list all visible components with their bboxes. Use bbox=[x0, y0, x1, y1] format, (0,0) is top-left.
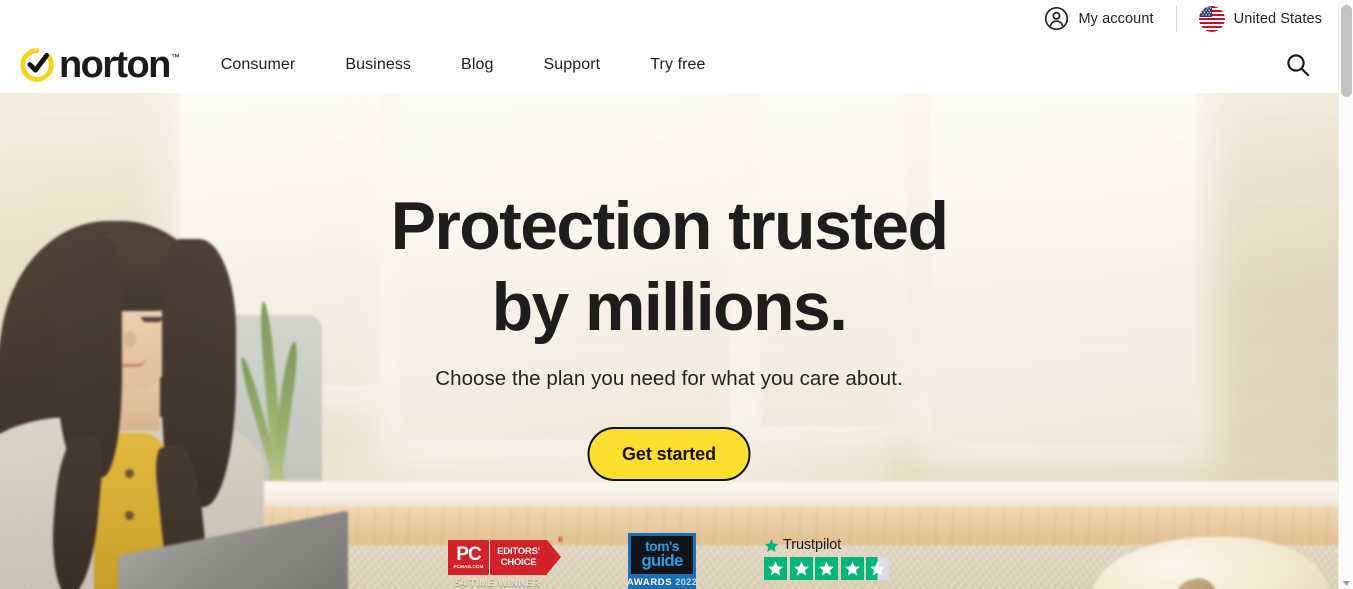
pcmag-badge-body: PC PCMAG.COM EDITORS' CHOICE ® bbox=[448, 537, 563, 575]
us-flag-icon bbox=[1198, 5, 1225, 32]
scroll-down-arrow-icon[interactable] bbox=[1339, 577, 1353, 589]
utility-bar: My account United States bbox=[0, 0, 1338, 37]
region-label: United States bbox=[1233, 10, 1322, 27]
toms-guide-awards-year: 2022 bbox=[675, 577, 698, 588]
region-selector[interactable]: United States bbox=[1198, 5, 1322, 32]
nav-item-try-free[interactable]: Try free bbox=[650, 50, 705, 80]
pcmag-editors-choice-badge: PC PCMAG.COM EDITORS' CHOICE ® 54 TIME W… bbox=[448, 537, 563, 589]
search-icon[interactable] bbox=[1285, 52, 1311, 78]
nav-item-support[interactable]: Support bbox=[543, 50, 600, 80]
nav-item-business[interactable]: Business bbox=[345, 50, 411, 80]
registered-trademark-icon: ® bbox=[557, 537, 563, 544]
toms-guide-logo: tom's guide bbox=[631, 536, 693, 574]
trustpilot-star-filled bbox=[789, 557, 813, 580]
pcmag-award-panel: EDITORS' CHOICE bbox=[489, 540, 561, 575]
trustpilot-star-filled bbox=[764, 557, 787, 580]
pcmag-subtitle: 54 TIME WINNER bbox=[455, 578, 541, 589]
nav-links: Consumer Business Blog Support Try free bbox=[221, 50, 706, 80]
trademark-mark: ™ bbox=[170, 52, 180, 62]
pcmag-award-line-2: CHOICE bbox=[500, 556, 537, 568]
hero-title-line-2: by millions. bbox=[491, 269, 848, 345]
utility-divider bbox=[1175, 5, 1177, 32]
trustpilot-star-icon bbox=[764, 538, 779, 553]
trustpilot-header: Trustpilot bbox=[764, 537, 890, 553]
trustpilot-badge: Trustpilot bbox=[764, 537, 890, 580]
trustpilot-name: Trustpilot bbox=[783, 537, 842, 553]
toms-guide-awards-badge: tom's guide AWARDS 2022 BEST ANTIVIRUS S… bbox=[627, 533, 697, 589]
norton-logo[interactable]: norton ™ bbox=[20, 44, 180, 86]
pcmag-brand-label: PC bbox=[456, 544, 481, 565]
hero-subtitle: Choose the plan you need for what you ca… bbox=[435, 367, 903, 390]
page-scrollbar[interactable] bbox=[1338, 0, 1353, 589]
trustpilot-star-filled bbox=[840, 557, 864, 580]
norton-wordmark: norton bbox=[59, 44, 171, 86]
trustpilot-star-filled bbox=[815, 557, 838, 580]
pcmag-logo: PC PCMAG.COM bbox=[448, 540, 489, 575]
trustpilot-star-half bbox=[866, 557, 889, 580]
toms-guide-awards-word: AWARDS bbox=[626, 577, 673, 588]
main-navigation: norton ™ Consumer Business Blog Support … bbox=[0, 37, 1338, 93]
account-circle-icon bbox=[1044, 6, 1069, 31]
hero-section: Protection trusted by millions. Choose t… bbox=[0, 93, 1338, 589]
award-badges: PC PCMAG.COM EDITORS' CHOICE ® 54 TIME W… bbox=[0, 533, 1338, 589]
my-account-label: My account bbox=[1078, 10, 1154, 27]
scrollbar-thumb[interactable] bbox=[1341, 5, 1352, 97]
nav-item-consumer[interactable]: Consumer bbox=[221, 50, 296, 80]
page-root: My account United States norton ™ Consum… bbox=[0, 0, 1353, 589]
pcmag-award-line-1: EDITORS' bbox=[497, 546, 540, 557]
trustpilot-star-rating bbox=[764, 557, 890, 580]
my-account-link[interactable]: My account bbox=[1044, 6, 1154, 31]
pcmag-url-label: PCMAG.COM bbox=[453, 564, 484, 569]
norton-check-icon bbox=[20, 48, 54, 82]
hero-content: Protection trusted by millions. Choose t… bbox=[0, 93, 1338, 589]
toms-guide-brand-line-2: guide bbox=[641, 551, 683, 570]
nav-item-blog[interactable]: Blog bbox=[461, 50, 493, 80]
get-started-button[interactable]: Get started bbox=[587, 427, 751, 481]
page-title: Protection trusted by millions. bbox=[309, 186, 1029, 348]
hero-title-line-1: Protection trusted bbox=[390, 188, 949, 264]
toms-guide-awards-row: AWARDS 2022 bbox=[627, 574, 697, 589]
